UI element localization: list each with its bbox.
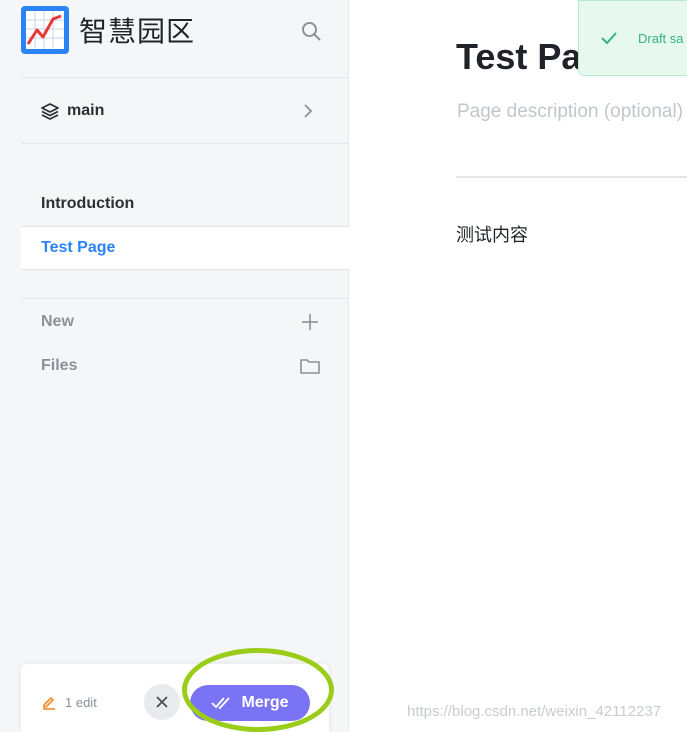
new-page-button[interactable]: New [21, 302, 329, 342]
close-icon [156, 696, 168, 708]
discard-button[interactable] [144, 684, 180, 720]
page-description-input[interactable]: Page description (optional) [457, 101, 683, 123]
divider [21, 77, 349, 78]
divider [21, 143, 349, 144]
sidebar: 智慧园区 main Introduction Test Page New Fil… [0, 0, 349, 732]
edit-bar: 1 edit Merge [21, 664, 329, 732]
sidebar-item-introduction[interactable]: Introduction [21, 182, 349, 226]
double-check-icon [211, 697, 231, 710]
check-icon [601, 32, 617, 45]
watermark: https://blog.csdn.net/weixin_42112237 [407, 703, 662, 720]
edit-count-label: 1 edit [65, 694, 97, 710]
page-title[interactable]: Test Pa [456, 36, 581, 78]
plus-icon [299, 311, 321, 333]
branch-label: main [67, 102, 105, 119]
files-label: Files [41, 357, 78, 374]
merge-button[interactable]: Merge [190, 685, 310, 721]
sidebar-item-test-page[interactable]: Test Page [21, 226, 349, 270]
sidebar-item-label: Test Page [41, 239, 116, 256]
merge-label: Merge [241, 694, 289, 711]
page-body-text[interactable]: 测试内容 [456, 221, 528, 247]
content-divider [456, 176, 687, 178]
folder-icon [299, 355, 321, 377]
chevron-right-icon [299, 102, 317, 120]
pencil-icon [43, 696, 55, 710]
draft-saved-toast: Draft sa [578, 0, 687, 76]
new-label: New [41, 313, 74, 330]
sidebar-item-label: Introduction [41, 195, 135, 212]
app-name: 智慧园区 [79, 15, 196, 48]
divider [21, 298, 349, 299]
toast-text: Draft sa [638, 30, 684, 46]
branch-selector[interactable]: main [21, 89, 329, 133]
layers-icon [40, 101, 60, 121]
files-button[interactable]: Files [21, 346, 329, 386]
trend-chart-logo-icon [21, 6, 69, 54]
search-icon[interactable] [299, 19, 323, 43]
edit-count: 1 edit [41, 694, 97, 710]
brand[interactable]: 智慧园区 [21, 6, 195, 54]
